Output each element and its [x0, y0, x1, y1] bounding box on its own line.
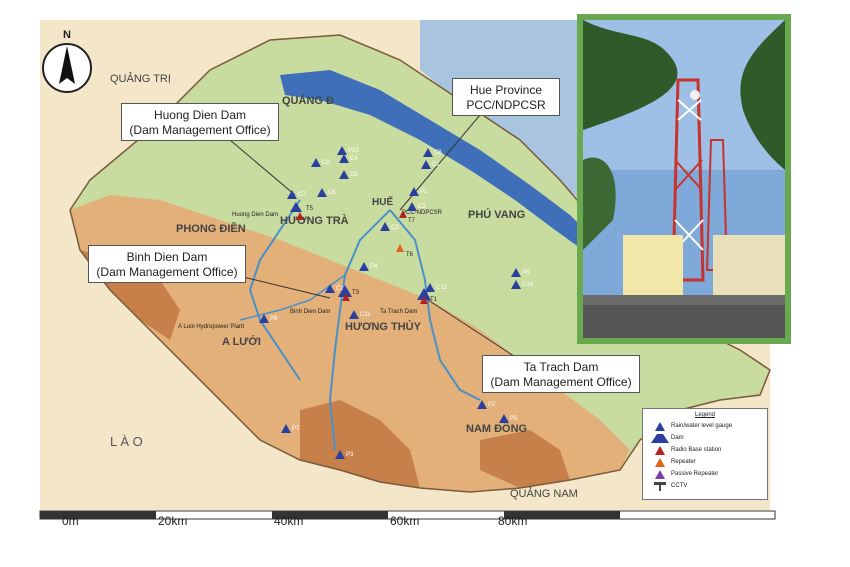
- map-legend: Legend Rain/water level gauge Dam Radio …: [642, 408, 768, 500]
- region-hue: HUẾ: [372, 195, 393, 208]
- red-triangle-icon: [649, 445, 671, 455]
- svg-text:C5: C5: [350, 172, 358, 178]
- region-huong-tra: HƯƠNG TRÀ: [280, 214, 349, 227]
- svg-text:T7: T7: [408, 218, 416, 224]
- callout-hue-pcc-sub: PCC/NDPCSR: [466, 98, 546, 112]
- svg-text:P1: P1: [420, 189, 428, 195]
- svg-text:T1: T1: [430, 297, 438, 303]
- callout-binh-dien-title: Binh Dien Dam: [126, 250, 208, 264]
- region-phong-dien: PHONG ĐIỀN: [176, 222, 246, 235]
- svg-text:C8: C8: [434, 150, 442, 156]
- callout-ta-trach-sub: (Dam Management Office): [490, 375, 632, 389]
- svg-text:C3: C3: [391, 225, 399, 231]
- cctv-icon: [649, 481, 671, 491]
- callout-binh-dien-dam: Binh Dien Dam (Dam Management Office): [88, 245, 246, 283]
- callout-hue-pcc: Hue Province PCC/NDPCSR: [452, 78, 560, 116]
- svg-text:C7: C7: [298, 192, 306, 198]
- svg-text:T3: T3: [352, 290, 360, 296]
- svg-text:C14: C14: [522, 282, 534, 288]
- scale-label-80: 80km: [498, 514, 528, 528]
- legend-item-dam: Dam: [649, 432, 761, 444]
- callout-huong-dien-title: Huong Dien Dam: [153, 108, 247, 122]
- svg-text:P4: P4: [370, 264, 378, 270]
- legend-label-cctv: CCTV: [671, 483, 688, 489]
- scale-label-20: 20km: [158, 514, 188, 528]
- region-nam-dong: NAM ĐÔNG: [466, 422, 527, 435]
- svg-text:C12: C12: [436, 285, 448, 291]
- scale-label-40: 40km: [274, 514, 304, 528]
- region-huong-thuy: HƯƠNG THỦY: [345, 320, 422, 333]
- label-binh-dien-dam: Binh Dien Dam: [290, 309, 330, 315]
- label-ta-trach-dam: Ta Trach Dam: [380, 309, 417, 315]
- svg-text:P5: P5: [510, 416, 518, 422]
- legend-item-cctv: CCTV: [649, 480, 761, 492]
- svg-text:P8: P8: [270, 316, 278, 322]
- svg-text:T6: T6: [406, 252, 414, 258]
- region-quang-nam: QUẢNG NAM: [510, 487, 578, 500]
- svg-text:C11: C11: [360, 312, 371, 318]
- svg-text:P7: P7: [292, 426, 300, 432]
- legend-label-dam: Dam: [671, 435, 684, 441]
- legend-label-passive-repeater: Passive Repeater: [671, 471, 719, 477]
- svg-text:C2: C2: [418, 204, 426, 210]
- legend-item-radio-base: Radio Base station: [649, 444, 761, 456]
- svg-text:P2: P2: [488, 402, 496, 408]
- callout-binh-dien-sub: (Dam Management Office): [96, 265, 238, 279]
- purple-triangle-icon: [649, 469, 671, 479]
- tower-photo-icon: [583, 20, 785, 338]
- scale-label-0: 0m: [62, 514, 79, 528]
- callout-hue-pcc-title: Hue Province: [469, 83, 543, 97]
- legend-label-repeater: Repeater: [671, 459, 696, 465]
- svg-text:P6: P6: [522, 270, 530, 276]
- region-quang-dien: QUẢNG Đ: [282, 94, 334, 107]
- callout-ta-trach-dam: Ta Trach Dam (Dam Management Office): [482, 355, 640, 393]
- legend-item-gauge: Rain/water level gauge: [649, 420, 761, 432]
- label-huong-dien-dam: Huong Dien Dam: [232, 212, 278, 218]
- callout-huong-dien-dam: Huong Dien Dam (Dam Management Office): [121, 103, 279, 141]
- north-label: N: [63, 29, 71, 41]
- svg-text:C6: C6: [328, 190, 336, 196]
- radio-tower-photo: [577, 14, 791, 344]
- scale-label-60: 60km: [390, 514, 420, 528]
- svg-text:P10: P10: [348, 148, 359, 154]
- callout-ta-trach-title: Ta Trach Dam: [523, 360, 599, 374]
- north-arrow-icon: [42, 43, 92, 93]
- orange-triangle-icon: [649, 457, 671, 467]
- region-phu-vang: PHÚ VANG: [468, 208, 525, 221]
- svg-text:C4: C4: [350, 156, 358, 162]
- blue-triangle-icon: [649, 421, 671, 431]
- legend-item-repeater: Repeater: [649, 456, 761, 468]
- svg-text:T5: T5: [306, 206, 314, 212]
- region-a-luoi: A LƯỚI: [222, 335, 261, 348]
- svg-text:C1: C1: [432, 162, 440, 168]
- dam-icon: [649, 433, 671, 443]
- svg-text:P3: P3: [346, 452, 354, 458]
- region-lao: L À O: [110, 434, 143, 449]
- legend-label-gauge: Rain/water level gauge: [671, 423, 733, 429]
- callout-huong-dien-sub: (Dam Management Office): [129, 123, 271, 137]
- region-quang-tri: QUẢNG TRỊ: [110, 72, 171, 85]
- svg-text:C9: C9: [322, 160, 330, 166]
- label-a-luoi-plant: A Luoi Hydropower Plant: [178, 324, 244, 330]
- legend-item-passive-repeater: Passive Repeater: [649, 468, 761, 480]
- legend-title: Legend: [694, 412, 716, 418]
- legend-label-radio-base: Radio Base station: [671, 447, 722, 453]
